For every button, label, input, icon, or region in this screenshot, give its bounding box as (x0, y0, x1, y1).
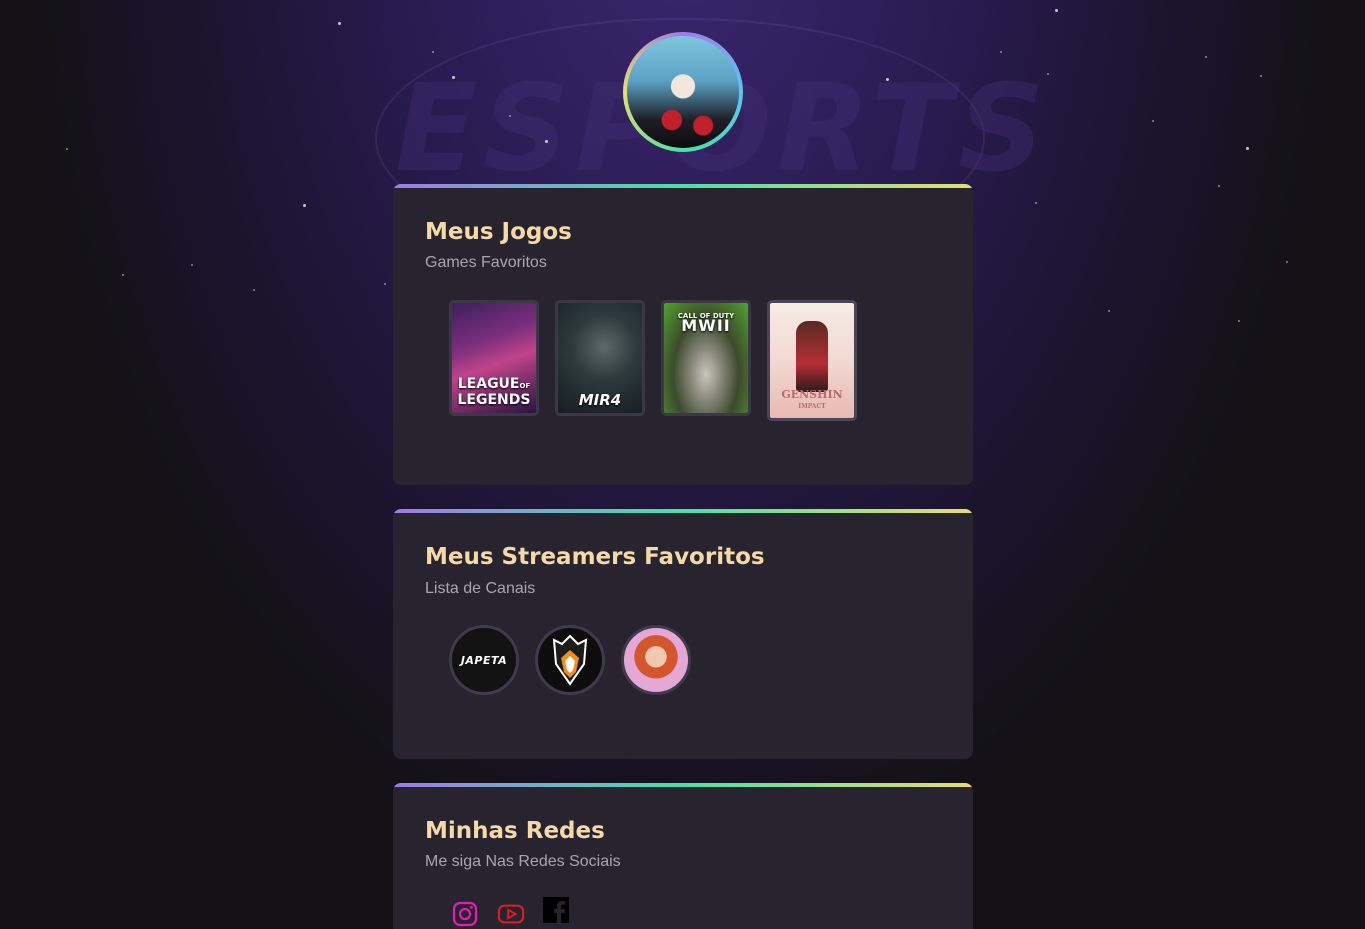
streamer-red-hair[interactable] (621, 625, 691, 695)
social-title: Minhas Redes (425, 818, 605, 844)
game-league-of-legends[interactable]: LEAGUEOF LEGENDS (449, 300, 539, 416)
game-mir4[interactable]: MIR4 (555, 300, 645, 416)
game-caption-line2: IMPACT (798, 403, 826, 410)
lion-shield-icon (552, 634, 588, 686)
streamer-japeta[interactable]: JAPETA (449, 625, 519, 695)
youtube-icon[interactable] (497, 900, 525, 928)
games-card: Meus Jogos Games Favoritos LEAGUEOF LEGE… (393, 184, 973, 485)
social-subtitle: Me siga Nas Redes Sociais (425, 853, 621, 870)
game-caption: MIR4 (578, 391, 622, 409)
streamers-title: Meus Streamers Favoritos (425, 544, 765, 570)
instagram-icon[interactable] (451, 900, 479, 928)
avatar-image (627, 36, 739, 148)
games-subtitle: Games Favoritos (425, 254, 547, 271)
streamer-lion-crest[interactable] (535, 625, 605, 695)
game-caption-line1: GENSHIN (781, 388, 843, 401)
game-caption: MWII (681, 316, 731, 335)
streamers-subtitle: Lista de Canais (425, 580, 536, 597)
games-title: Meus Jogos (425, 219, 572, 245)
streamer-label: JAPETA (460, 653, 508, 667)
game-caption-line1: LEAGUE (457, 376, 520, 392)
game-caption-of: OF (519, 382, 531, 390)
social-card: Minhas Redes Me siga Nas Redes Sociais (393, 783, 973, 929)
game-call-of-duty[interactable]: CALL OF DUTY MWII (661, 300, 751, 416)
facebook-icon[interactable] (543, 897, 569, 923)
profile-avatar[interactable] (623, 32, 743, 152)
game-genshin-impact[interactable]: GENSHIN IMPACT (767, 300, 857, 421)
streamers-card: Meus Streamers Favoritos Lista de Canais… (393, 509, 973, 759)
game-caption-line2: LEGENDS (457, 392, 531, 408)
